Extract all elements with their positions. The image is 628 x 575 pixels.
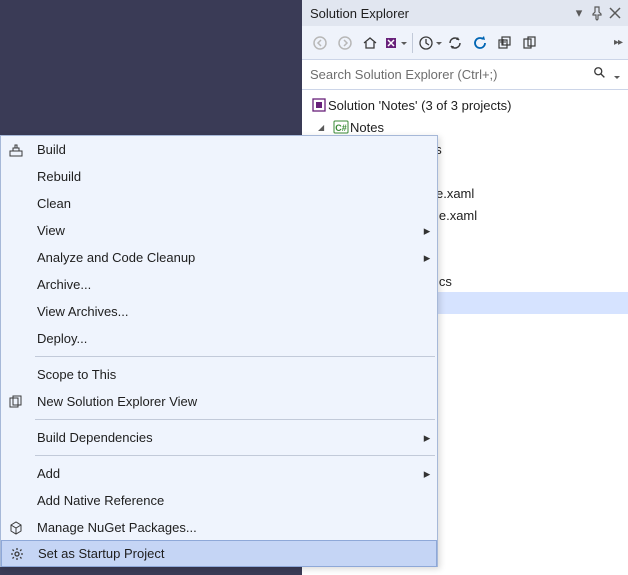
build-icon (1, 142, 31, 158)
menu-item-view-archives[interactable]: View Archives... (1, 298, 437, 325)
menu-item-label: Scope to This (31, 367, 417, 382)
panel-title: Solution Explorer (306, 6, 570, 21)
svg-text:C#: C# (335, 123, 347, 133)
window-options-icon[interactable]: ▾ (570, 4, 588, 22)
new-view-icon (1, 394, 31, 410)
sync-icon[interactable] (443, 31, 467, 55)
home-icon[interactable] (358, 31, 382, 55)
nuget-icon (1, 520, 31, 536)
collapse-all-icon[interactable] (493, 31, 517, 55)
menu-item-label: Add Native Reference (31, 493, 417, 508)
solution-icon (310, 97, 328, 113)
switch-view-icon[interactable] (383, 31, 407, 55)
solution-node[interactable]: Solution 'Notes' (3 of 3 projects) (302, 94, 628, 116)
submenu-arrow-icon: ▸ (417, 223, 437, 239)
pin-icon[interactable] (588, 4, 606, 22)
menu-item-scope-to-this[interactable]: Scope to This (1, 361, 437, 388)
menu-item-label: Set as Startup Project (32, 546, 416, 561)
show-all-icon[interactable] (518, 31, 542, 55)
csharp-icon: C# (332, 119, 350, 135)
menu-item-rebuild[interactable]: Rebuild (1, 163, 437, 190)
menu-item-label: Deploy... (31, 331, 417, 346)
menu-item-label: Add (31, 466, 417, 481)
menu-separator (35, 455, 435, 456)
menu-item-label: New Solution Explorer View (31, 394, 417, 409)
separator (412, 33, 413, 53)
menu-item-label: Build Dependencies (31, 430, 417, 445)
menu-item-analyze-and-code-cleanup[interactable]: Analyze and Code Cleanup▸ (1, 244, 437, 271)
menu-separator (35, 356, 435, 357)
gear-icon (2, 546, 32, 562)
menu-item-manage-nuget-packages[interactable]: Manage NuGet Packages... (1, 514, 437, 541)
menu-item-add-native-reference[interactable]: Add Native Reference (1, 487, 437, 514)
submenu-arrow-icon: ▸ (417, 430, 437, 446)
back-icon[interactable] (308, 31, 332, 55)
pending-changes-icon[interactable] (418, 31, 442, 55)
search-icon[interactable] (593, 66, 620, 84)
panel-title-bar: Solution Explorer ▾ (302, 0, 628, 26)
submenu-arrow-icon: ▸ (417, 250, 437, 266)
overflow-icon[interactable]: ▸▸ (614, 37, 622, 48)
menu-item-label: Archive... (31, 277, 417, 292)
search-bar[interactable]: Search Solution Explorer (Ctrl+;) (302, 60, 628, 90)
menu-item-label: Build (31, 142, 417, 157)
menu-item-view[interactable]: View▸ (1, 217, 437, 244)
toolbar: ▸▸ (302, 26, 628, 60)
project-label: Notes (350, 120, 384, 135)
submenu-arrow-icon: ▸ (417, 466, 437, 482)
solution-label: Solution 'Notes' (3 of 3 projects) (328, 98, 511, 113)
menu-item-new-solution-explorer-view[interactable]: New Solution Explorer View (1, 388, 437, 415)
menu-item-label: Clean (31, 196, 417, 211)
expand-arrow-icon[interactable] (318, 122, 332, 133)
menu-item-label: View Archives... (31, 304, 417, 319)
menu-item-build[interactable]: Build (1, 136, 437, 163)
menu-separator (35, 419, 435, 420)
refresh-icon[interactable] (468, 31, 492, 55)
menu-item-deploy[interactable]: Deploy... (1, 325, 437, 352)
menu-item-label: Analyze and Code Cleanup (31, 250, 417, 265)
menu-item-label: Rebuild (31, 169, 417, 184)
menu-item-build-dependencies[interactable]: Build Dependencies▸ (1, 424, 437, 451)
menu-item-clean[interactable]: Clean (1, 190, 437, 217)
forward-icon[interactable] (333, 31, 357, 55)
menu-item-archive[interactable]: Archive... (1, 271, 437, 298)
menu-item-label: View (31, 223, 417, 238)
search-placeholder: Search Solution Explorer (Ctrl+;) (310, 67, 593, 82)
menu-item-label: Manage NuGet Packages... (31, 520, 417, 535)
menu-item-set-as-startup-project[interactable]: Set as Startup Project (1, 540, 437, 567)
close-icon[interactable] (606, 4, 624, 22)
context-menu: BuildRebuildCleanView▸Analyze and Code C… (0, 135, 438, 567)
menu-item-add[interactable]: Add▸ (1, 460, 437, 487)
